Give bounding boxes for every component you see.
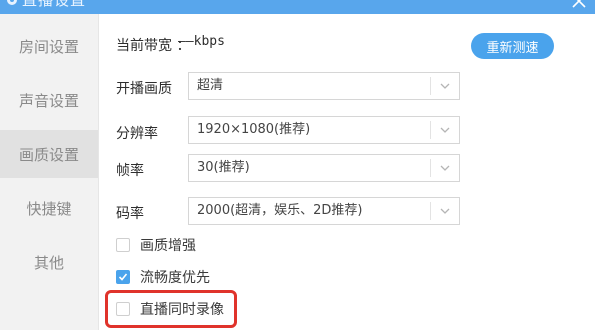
quality-label: 开播画质 bbox=[116, 81, 172, 97]
chevron-down-icon bbox=[440, 127, 450, 133]
select-divider bbox=[430, 202, 431, 220]
sidebar-item-label: 快捷键 bbox=[26, 199, 72, 218]
bitrate-select[interactable]: 2000(超清，娱乐、2D推荐) bbox=[188, 197, 460, 225]
retest-speed-button[interactable]: 重新测速 bbox=[471, 33, 554, 59]
sidebar-item-video-quality[interactable]: 画质设置 bbox=[0, 130, 98, 178]
gear-icon bbox=[7, 0, 17, 5]
select-divider bbox=[430, 77, 431, 95]
highlight-box bbox=[105, 290, 237, 328]
framerate-value: 30(推荐) bbox=[197, 160, 250, 175]
sidebar: 房间设置 声音设置 画质设置 快捷键 其他 bbox=[0, 14, 99, 330]
framerate-select[interactable]: 30(推荐) bbox=[188, 154, 460, 182]
sidebar-item-room[interactable]: 房间设置 bbox=[0, 22, 98, 70]
sidebar-item-label: 声音设置 bbox=[18, 91, 79, 110]
select-divider bbox=[430, 121, 431, 139]
close-icon[interactable] bbox=[572, 0, 586, 8]
resolution-value: 1920×1080(推荐) bbox=[197, 122, 311, 137]
resolution-select[interactable]: 1920×1080(推荐) bbox=[188, 116, 460, 144]
bitrate-value: 2000(超清，娱乐、2D推荐) bbox=[197, 203, 363, 218]
sidebar-item-hotkeys[interactable]: 快捷键 bbox=[0, 184, 98, 232]
checkmark-icon bbox=[118, 273, 128, 281]
window-title: 直播设置 bbox=[22, 0, 87, 9]
bandwidth-value: ——kbps bbox=[178, 34, 225, 49]
sidebar-item-audio[interactable]: 声音设置 bbox=[0, 76, 98, 124]
enhance-label: 画质增强 bbox=[140, 238, 196, 254]
chevron-down-icon bbox=[440, 83, 450, 89]
chevron-down-icon bbox=[440, 208, 450, 214]
bitrate-label: 码率 bbox=[116, 206, 144, 222]
sidebar-item-label: 房间设置 bbox=[18, 37, 79, 56]
sidebar-item-other[interactable]: 其他 bbox=[0, 238, 98, 286]
enhance-checkbox[interactable] bbox=[116, 238, 130, 252]
smooth-priority-checkbox[interactable] bbox=[116, 270, 130, 284]
enhance-option[interactable]: 画质增强 bbox=[116, 234, 196, 256]
smooth-priority-option[interactable]: 流畅度优先 bbox=[116, 266, 210, 288]
select-divider bbox=[430, 159, 431, 177]
framerate-label: 帧率 bbox=[116, 163, 144, 179]
quality-value: 超清 bbox=[197, 78, 224, 93]
quality-select[interactable]: 超清 bbox=[188, 72, 460, 100]
title-bar: 直播设置 bbox=[0, 0, 595, 14]
chevron-down-icon bbox=[440, 165, 450, 171]
sidebar-item-label: 其他 bbox=[33, 253, 64, 272]
smooth-priority-label: 流畅度优先 bbox=[140, 270, 210, 286]
sidebar-item-label: 画质设置 bbox=[18, 145, 79, 164]
resolution-label: 分辨率 bbox=[116, 126, 158, 142]
